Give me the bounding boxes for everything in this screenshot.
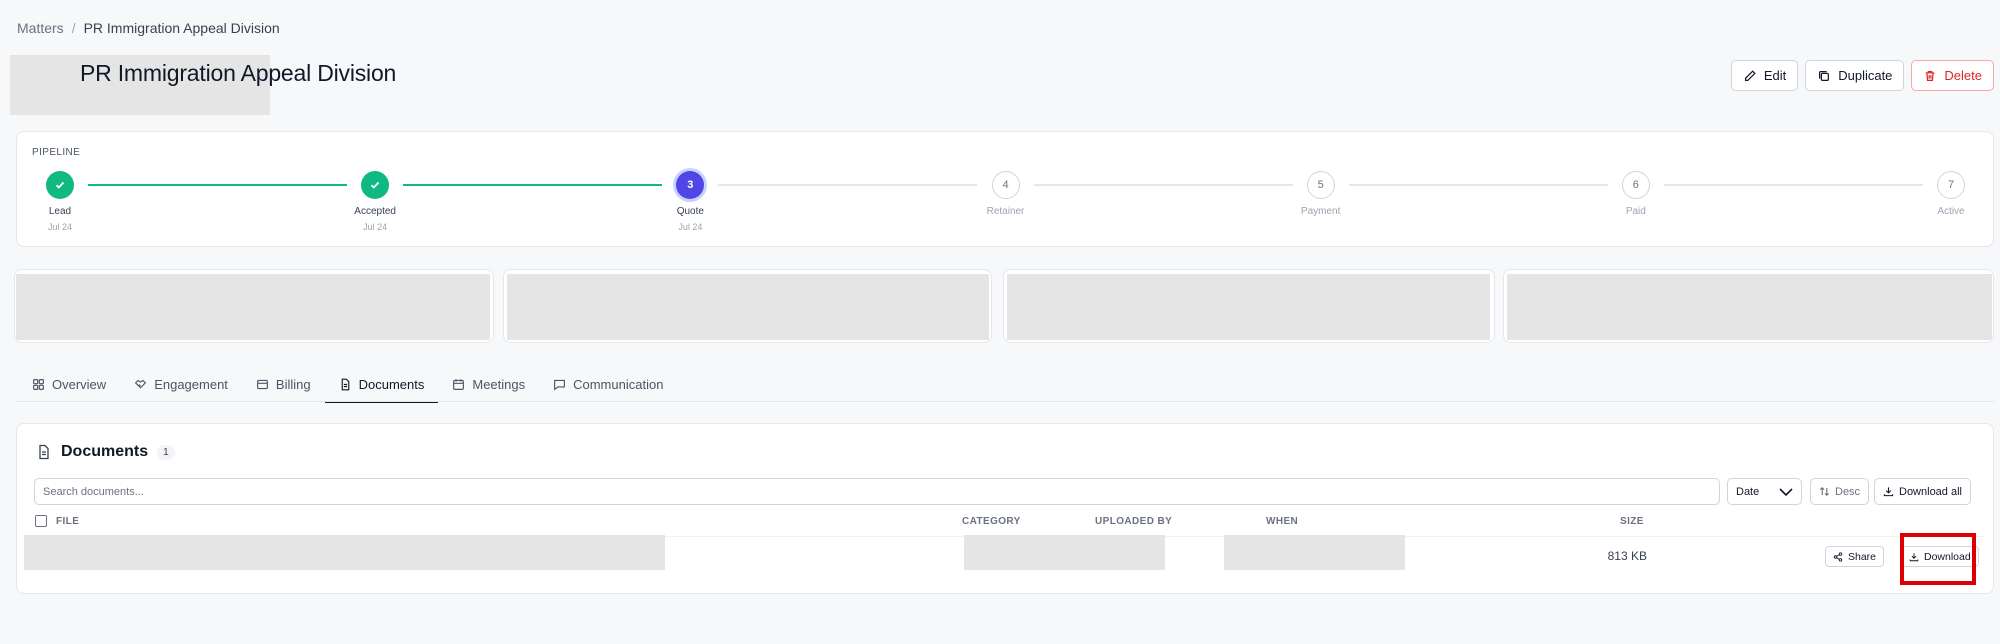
category-redacted [964, 535, 1165, 570]
pipeline-step-date: Jul 24 [678, 222, 703, 232]
sort-field-value: Date [1736, 485, 1760, 498]
breadcrumb: Matters / PR Immigration Appeal Division [17, 20, 280, 36]
summary-card-redacted [1007, 274, 1490, 340]
column-header-file[interactable]: FILE [56, 516, 79, 527]
pipeline-step-label: Retainer [986, 206, 1025, 217]
header-actions: Edit Duplicate Delete [1730, 60, 1994, 91]
tab-label: Communication [573, 376, 664, 392]
document-icon [341, 378, 349, 390]
pipeline-step-retainer[interactable]: 4 [991, 171, 1020, 199]
page-title: PR Immigration Appeal Division [80, 60, 397, 86]
share-button-label: Share [1848, 550, 1877, 563]
tab-label: Engagement [154, 376, 228, 392]
file-name-redacted [24, 535, 665, 570]
tab-documents[interactable]: Documents [324, 366, 439, 403]
breadcrumb-separator: / [71, 20, 76, 36]
pipeline-connector [1348, 184, 1608, 186]
pipeline-step-label: Lead [48, 206, 72, 217]
check-icon [371, 181, 380, 189]
tabs-divider [16, 401, 1994, 402]
pipeline-step-number: 4 [1002, 179, 1009, 191]
pipeline-step-label: Quote [676, 206, 704, 217]
summary-card-redacted [1507, 274, 1992, 340]
tab-communication[interactable]: Communication [539, 366, 677, 402]
pipeline-connector [718, 184, 978, 186]
pipeline-step-number: 5 [1317, 179, 1324, 191]
document-icon [39, 444, 49, 460]
pipeline-connector [1663, 184, 1923, 186]
pipeline-connector [88, 184, 348, 186]
edit-button[interactable]: Edit [1730, 60, 1799, 91]
summary-card-redacted [16, 274, 490, 340]
column-header-size[interactable]: SIZE [1620, 516, 1644, 527]
tab-label: Documents [358, 376, 425, 392]
tab-label: Billing [275, 376, 311, 392]
grid-icon [33, 378, 44, 390]
duplicate-button[interactable]: Duplicate [1805, 60, 1905, 91]
delete-button-label: Delete [1944, 68, 1982, 83]
tab-overview[interactable]: Overview [18, 366, 120, 402]
download-all-button[interactable]: Download all [1874, 478, 1971, 505]
sort-arrows-icon [1819, 487, 1830, 496]
calendar-icon [453, 378, 465, 390]
check-icon [55, 181, 65, 189]
pipeline-step-active[interactable]: 7 [1937, 171, 1965, 199]
documents-title: Documents [61, 443, 149, 460]
sort-field-select[interactable]: Date [1727, 478, 1802, 505]
tab-meetings[interactable]: Meetings [438, 366, 539, 402]
sort-order-button[interactable]: Desc [1810, 478, 1870, 505]
tab-label: Meetings [472, 376, 526, 392]
pipeline-step-label: Paid [1625, 206, 1646, 217]
delete-button[interactable]: Delete [1911, 60, 1994, 91]
tab-label: Overview [52, 376, 107, 392]
download-all-label: Download all [1899, 485, 1962, 498]
pipeline-step-number: 6 [1632, 179, 1639, 191]
pipeline-connector [403, 184, 663, 186]
pipeline-step-date: Jul 24 [47, 222, 73, 232]
target-highlight-box [1900, 533, 1976, 585]
wallet-icon [256, 379, 268, 389]
pipeline-step-label: Active [1937, 206, 1965, 217]
pipeline-step-label: Payment [1300, 206, 1341, 217]
documents-count-badge: 1 [157, 444, 175, 460]
pipeline-step-label: Accepted [354, 206, 396, 217]
select-all-checkbox[interactable] [35, 515, 47, 527]
search-documents-input[interactable] [34, 478, 1720, 505]
chevron-down-icon [1779, 487, 1793, 496]
trash-icon [1926, 70, 1935, 81]
chat-icon [554, 379, 566, 391]
pipeline-step-number: 3 [687, 179, 694, 191]
duplicate-button-label: Duplicate [1838, 68, 1893, 83]
file-size: 813 KB [1607, 549, 1647, 563]
uploaded-by-when-redacted [1224, 535, 1405, 570]
share-button[interactable]: Share [1825, 546, 1885, 567]
handshake-icon [135, 379, 147, 389]
share-icon [1833, 551, 1843, 562]
pipeline-step-lead[interactable] [46, 171, 74, 199]
breadcrumb-root-link[interactable]: Matters [17, 20, 64, 36]
pipeline-step-payment[interactable]: 5 [1306, 171, 1335, 199]
edit-button-label: Edit [1763, 68, 1787, 83]
documents-header: Documents 1 [36, 443, 175, 461]
column-header-when[interactable]: WHEN [1266, 516, 1298, 527]
pencil-icon [1744, 69, 1756, 81]
pipeline-step-number: 7 [1947, 179, 1955, 191]
pipeline-label: PIPELINE [32, 147, 81, 158]
sort-order-label: Desc [1835, 485, 1861, 498]
download-icon [1883, 487, 1894, 497]
breadcrumb-current: PR Immigration Appeal Division [83, 20, 280, 36]
pipeline-connector [1033, 184, 1293, 186]
tab-bar: Overview Engagement Billing Documents Me… [18, 366, 677, 403]
pipeline-step-date: Jul 24 [363, 222, 388, 232]
copy-icon [1819, 70, 1830, 81]
column-header-uploaded-by[interactable]: UPLOADED BY [1095, 516, 1172, 527]
column-header-category[interactable]: CATEGORY [962, 516, 1021, 527]
tab-billing[interactable]: Billing [242, 366, 325, 402]
pipeline-step-paid[interactable]: 6 [1621, 171, 1650, 199]
summary-card-redacted [507, 274, 989, 340]
tab-engagement[interactable]: Engagement [120, 366, 242, 402]
pipeline-step-accepted[interactable] [361, 171, 390, 199]
